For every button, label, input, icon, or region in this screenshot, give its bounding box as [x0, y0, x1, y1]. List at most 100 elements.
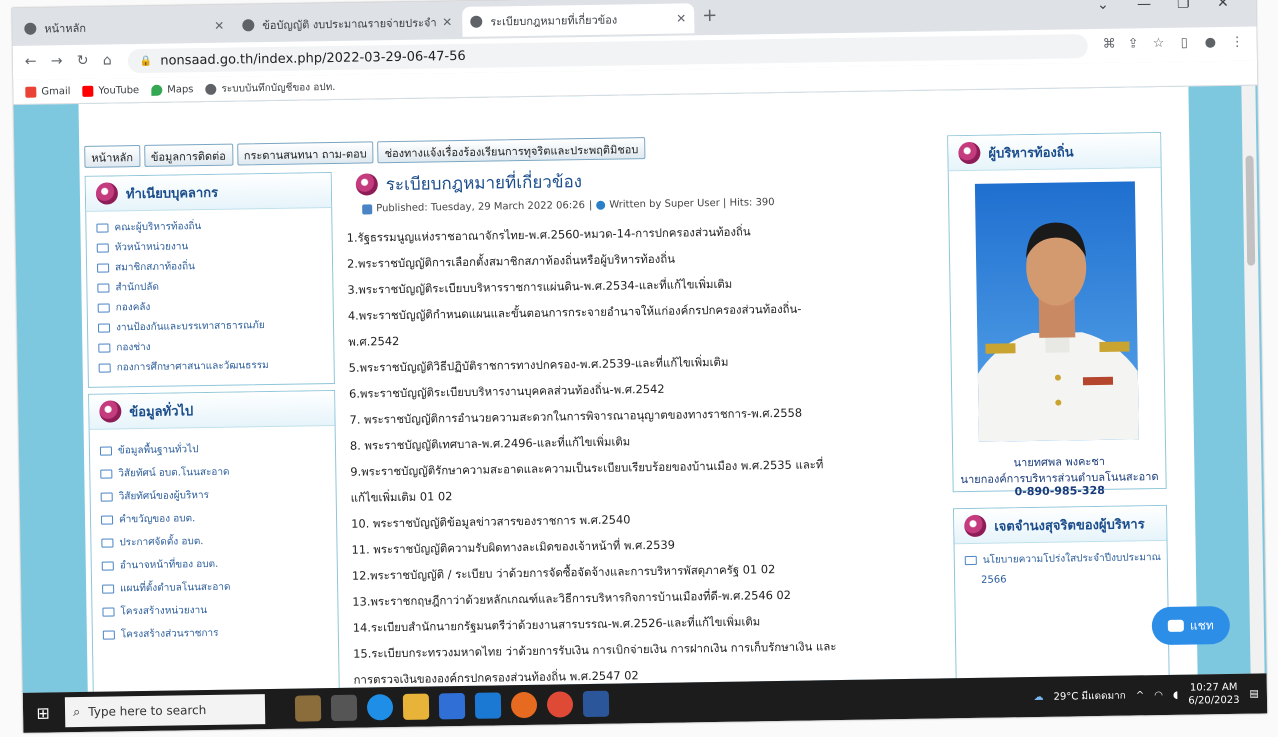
list-item-label: โครงสร้างหน่วยงาน — [120, 605, 208, 618]
monitor-icon — [102, 584, 115, 594]
box-heading: ทำเนียบบุคลากร — [125, 185, 219, 202]
list-item-label: คำขวัญของ อบต. — [118, 513, 196, 526]
menu-complaint[interactable]: ช่องทางแจ้งเรื่องร้องเรียนการทุจริตและปร… — [377, 137, 646, 164]
scroll-thumb[interactable] — [1245, 155, 1256, 266]
clock[interactable]: 10:27 AM 6/20/2023 — [1188, 681, 1240, 708]
monitor-icon — [102, 607, 115, 617]
list-item[interactable]: กองการศึกษาศาสนาและวัฒนธรรม — [89, 354, 334, 378]
clock-time: 10:27 AM — [1189, 681, 1238, 694]
maps-icon — [151, 84, 163, 96]
menu-home[interactable]: หน้าหลัก — [84, 145, 141, 168]
integrity-box: เจตจำนงสุจริตของผู้บริหาร นโยบายความโปร่… — [952, 504, 1170, 681]
bookmark-label: YouTube — [98, 84, 140, 97]
bookmark-label: ระบบบันทึกบัญชีของ อปท. — [221, 81, 336, 95]
close-icon[interactable]: ✕ — [676, 11, 686, 25]
menu-forum[interactable]: กระดานสนทนา ถาม-ตอบ — [236, 141, 374, 166]
list-item[interactable]: 2566 — [955, 567, 1167, 590]
page-viewport: หน้าหลัก ข้อมูลการติดต่อ กระดานสนทนา ถาม… — [13, 85, 1267, 693]
youtube-icon — [82, 85, 94, 97]
monitor-icon — [97, 323, 111, 333]
sidepanel-icon[interactable]: ▯ — [1181, 36, 1188, 51]
forward-icon[interactable]: → — [51, 53, 63, 69]
box-header: ทำเนียบบุคลากร — [85, 173, 332, 212]
bullet-ball-icon — [95, 182, 119, 205]
tab-home[interactable]: หน้าหลัก ✕ — [16, 11, 232, 44]
tab-budget[interactable]: ข้อบัญญัติ งบประมาณรายจ่ายประจำปี ✕ — [234, 7, 460, 41]
chrome-icon[interactable] — [546, 691, 574, 718]
list-item-label: 2566 — [981, 573, 1007, 586]
mail-icon[interactable] — [474, 692, 502, 719]
translate-icon[interactable]: ⌘ — [1103, 37, 1116, 52]
article-header: ระเบียบกฎหมายที่เกี่ยวข้อง — [342, 162, 942, 197]
box-heading: เจตจำนงสุจริตของผู้บริหาร — [994, 516, 1145, 535]
general-info-box: ข้อมูลทั่วไป ข้อมูลพื้นฐานทั่วไป วิสัยทั… — [88, 389, 340, 693]
bullet-ball-icon — [964, 514, 987, 538]
box-header: ผู้บริหารท้องถิ่น — [948, 132, 1161, 172]
url-text: nonsaad.go.th/index.php/2022-03-29-06-47… — [160, 48, 466, 69]
list-item[interactable]: โครงสร้างส่วนราชการ — [93, 620, 338, 647]
chat-button[interactable]: แชท — [1151, 605, 1231, 646]
bookmark-youtube[interactable]: YouTube — [82, 85, 139, 97]
published-date: Published: Tuesday, 29 March 2022 06:26 — [376, 200, 586, 215]
task-view-icon[interactable] — [330, 694, 358, 722]
edge-icon[interactable] — [366, 694, 394, 721]
page-scrollbar[interactable] — [1241, 85, 1265, 674]
list-item-label: สำนักปลัด — [115, 281, 160, 293]
monitor-icon — [101, 538, 114, 548]
notification-icon[interactable]: ▤ — [1249, 688, 1259, 699]
reload-icon[interactable]: ↻ — [77, 53, 89, 69]
close-window-icon[interactable]: ✕ — [1217, 0, 1229, 11]
close-icon[interactable]: ✕ — [442, 15, 452, 29]
top-menu: หน้าหลัก ข้อมูลการติดต่อ กระดานสนทนา ถาม… — [84, 137, 646, 168]
profile-icon[interactable]: ● — [1205, 35, 1217, 50]
monitor-icon — [97, 283, 110, 293]
word-icon[interactable] — [582, 690, 610, 718]
maximize-icon[interactable]: ❐ — [1177, 0, 1190, 12]
list-item-label: วิสัยทัศน์ อบต.โนนสะอาด — [118, 466, 230, 480]
list-item-label: หัวหน้าหน่วยงาน — [114, 240, 189, 253]
share-icon[interactable]: ⇪ — [1128, 36, 1139, 51]
bookmark-label: Gmail — [41, 85, 71, 98]
firefox-icon[interactable] — [510, 691, 538, 719]
windows-start-icon[interactable]: ⊞ — [23, 692, 64, 733]
file-explorer-icon[interactable] — [402, 693, 430, 720]
home-icon[interactable]: ⌂ — [103, 52, 112, 68]
bookmark-label: Maps — [167, 83, 194, 96]
star-icon[interactable]: ☆ — [1153, 36, 1165, 51]
bookmark-gmail[interactable]: Gmail — [25, 85, 71, 98]
chevron-down-icon[interactable]: ⌄ — [1097, 0, 1109, 13]
list-item-label: แผนที่ตั้งตำบลโนนสะอาด — [120, 581, 231, 595]
search-placeholder: Type here to search — [88, 703, 207, 719]
box-heading: ผู้บริหารท้องถิ่น — [988, 144, 1074, 162]
box-header: ข้อมูลทั่วไป — [89, 390, 335, 430]
globe-icon — [470, 15, 483, 28]
list-item-label: กองการศึกษาศาสนาและวัฒนธรรม — [116, 359, 269, 373]
box-heading: ข้อมูลทั่วไป — [129, 403, 194, 420]
new-tab-icon[interactable]: + — [702, 5, 717, 26]
network-icon[interactable]: ◠ — [1154, 690, 1163, 701]
monitor-icon — [96, 243, 109, 253]
minimize-icon[interactable]: — — [1137, 0, 1151, 12]
close-icon[interactable]: ✕ — [214, 19, 224, 33]
weather-text[interactable]: 29°C มีแดดมาก — [1054, 688, 1126, 704]
bullet-ball-icon — [99, 400, 122, 423]
bookmark-maps[interactable]: Maps — [151, 83, 194, 96]
menu-icon[interactable]: ⋮ — [1231, 35, 1244, 50]
tray-chevron-icon[interactable]: ^ — [1136, 690, 1145, 701]
monitor-icon — [102, 630, 115, 640]
menu-contact[interactable]: ข้อมูลการติดต่อ — [143, 143, 234, 167]
bookmark-accounting[interactable]: ระบบบันทึกบัญชีของ อปท. — [205, 79, 336, 96]
store-icon[interactable] — [438, 692, 466, 720]
tab-regulations[interactable]: ระเบียบกฎหมายที่เกี่ยวข้อง ✕ — [462, 3, 695, 37]
volume-icon[interactable]: ◖ — [1173, 689, 1178, 700]
monitor-icon — [100, 469, 113, 479]
globe-icon — [24, 22, 37, 35]
monitor-icon — [100, 492, 113, 502]
tab-title: ระเบียบกฎหมายที่เกี่ยวข้อง — [490, 13, 618, 29]
tab-title: ข้อบัญญัติ งบประมาณรายจ่ายประจำปี — [262, 16, 437, 33]
list-item-label: งานป้องกันและบรรเทาสาธารณภัย — [115, 319, 265, 333]
back-icon[interactable]: ← — [25, 54, 37, 70]
lock-icon: 🔒 — [139, 55, 153, 67]
taskbar-search[interactable]: ⌕ Type here to search — [64, 694, 266, 728]
executive-portrait — [977, 222, 1139, 442]
